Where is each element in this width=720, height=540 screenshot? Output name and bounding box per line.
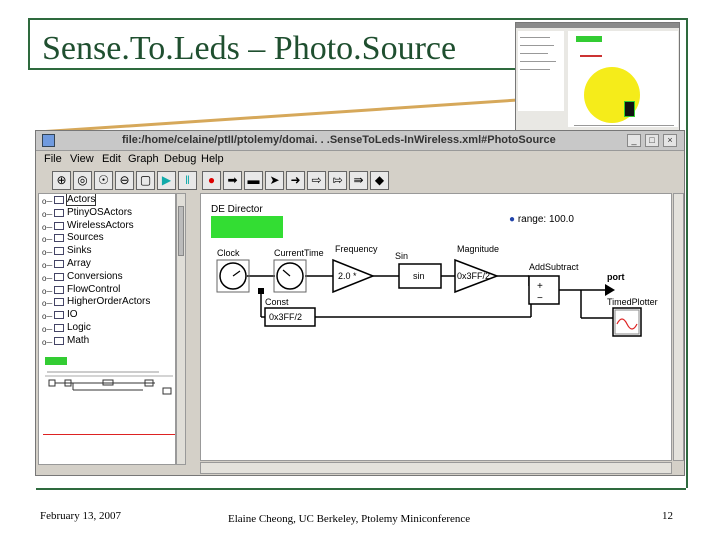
window-title: file:/home/celaine/ptII/ptolemy/domai. .…	[122, 134, 556, 146]
minimize-button[interactable]: _	[627, 134, 641, 147]
page-number: 12	[662, 510, 673, 522]
slide-frame-right	[686, 18, 688, 488]
actor-library-tree: o─ Actors o─ PtinyOSActors o─ WirelessActor…	[38, 193, 176, 465]
folder-icon	[54, 221, 64, 230]
thumbnail-screenshot	[515, 22, 680, 134]
tree-scrollbar[interactable]	[176, 193, 186, 465]
pause-icon[interactable]: ‖	[178, 171, 197, 190]
folder-icon	[54, 208, 64, 217]
tree-item-ptinyosactors[interactable]: o─ PtinyOSActors	[39, 207, 175, 220]
arrow-right-icon[interactable]: ▬	[244, 171, 263, 190]
svg-text:−: −	[537, 293, 543, 304]
currenttime-label: CurrentTime	[274, 248, 324, 258]
tree-item-math[interactable]: o─ Math	[39, 335, 175, 348]
tree-item-higherorderactors[interactable]: o─ HigherOrderActors	[39, 296, 175, 309]
addsubtract-label: AddSubtract	[529, 262, 579, 272]
footer-rule	[36, 488, 686, 490]
diamond-icon[interactable]: ◆	[370, 171, 389, 190]
arrow-forward-icon[interactable]: ➜	[286, 171, 305, 190]
tree-item-logic[interactable]: o─ Logic	[39, 322, 175, 335]
footer-author: Elaine Cheong, UC Berkeley, Ptolemy Mini…	[228, 513, 471, 525]
zoom-fit-icon[interactable]: ☉	[94, 171, 113, 190]
tree-item-conversions[interactable]: o─ Conversions	[39, 271, 175, 284]
menu-bar: File View Edit Graph Debug Help	[36, 151, 684, 169]
svg-text:+: +	[537, 281, 543, 292]
model-canvas[interactable]: DE Director ● range: 100.0 + − Clock Cur…	[200, 193, 672, 461]
folder-icon	[54, 323, 64, 332]
folder-icon	[54, 311, 64, 320]
folder-icon	[54, 298, 64, 307]
hollow-arrow-icon[interactable]: ⇨	[307, 171, 326, 190]
zoom-reset-icon[interactable]: ◎	[73, 171, 92, 190]
sin-box-label: sin	[413, 271, 425, 281]
arrow-next-icon[interactable]: ➤	[265, 171, 284, 190]
stop-icon[interactable]: ●	[202, 171, 221, 190]
menu-view[interactable]: View	[70, 153, 94, 165]
folder-icon	[54, 234, 64, 243]
hollow-arrow-3-icon[interactable]: ⇛	[349, 171, 368, 190]
folder-icon	[54, 285, 64, 294]
maximize-button[interactable]: □	[645, 134, 659, 147]
menu-help[interactable]: Help	[201, 153, 224, 165]
slide-frame-top	[28, 18, 688, 20]
frequency-label: Frequency	[335, 244, 378, 254]
clock-label: Clock	[217, 248, 240, 258]
sensor-board-icon	[624, 101, 635, 117]
tree-item-actors[interactable]: o─ Actors	[39, 194, 175, 207]
fit-to-window-icon[interactable]: ▢	[136, 171, 155, 190]
canvas-horizontal-scrollbar[interactable]	[200, 462, 672, 474]
port-label: port	[607, 272, 625, 282]
canvas-vertical-scrollbar[interactable]	[673, 193, 684, 461]
timedplotter-label: TimedPlotter	[607, 297, 658, 307]
tree-item-flowcontrol[interactable]: o─ FlowControl	[39, 284, 175, 297]
footer-date: February 13, 2007	[40, 510, 121, 522]
tree-item-io[interactable]: o─ IO	[39, 309, 175, 322]
slide-frame-left	[28, 18, 30, 70]
model-graph: + −	[216, 258, 642, 337]
folder-icon	[54, 259, 64, 268]
model-overview[interactable]	[43, 354, 175, 442]
menu-graph[interactable]: Graph	[128, 153, 159, 165]
toolbar: ⊕ ◎ ☉ ⊖ ▢ ▶ ‖ ● ➡ ▬ ➤ ➜ ⇨ ⇰ ⇛ ◆	[36, 169, 684, 193]
tree-item-sinks[interactable]: o─ Sinks	[39, 245, 175, 258]
magnitude-label: Magnitude	[457, 244, 500, 254]
const-value: 0x3FF/2	[269, 312, 303, 322]
run-icon[interactable]: ▶	[157, 171, 176, 190]
zoom-in-icon[interactable]: ⊕	[52, 171, 71, 190]
sin-label: Sin	[395, 251, 409, 261]
folder-icon	[54, 272, 64, 281]
menu-debug[interactable]: Debug	[164, 153, 196, 165]
frequency-value: 2.0 *	[338, 271, 357, 281]
hollow-arrow-2-icon[interactable]: ⇰	[328, 171, 347, 190]
menu-file[interactable]: File	[44, 153, 62, 165]
slide-title: Sense.To.Leds – Photo.Source	[42, 30, 457, 67]
title-underline	[28, 68, 528, 70]
window-app-icon	[42, 134, 55, 147]
tree-item-sources[interactable]: o─ Sources	[39, 232, 175, 245]
folder-icon	[54, 247, 64, 256]
magnitude-value: 0x3FF/2	[457, 271, 491, 281]
tree-item-array[interactable]: o─ Array	[39, 258, 175, 271]
folder-icon	[54, 196, 64, 204]
tree-item-wirelessactors[interactable]: o─ WirelessActors	[39, 220, 175, 233]
arrow-icon[interactable]: ➡	[223, 171, 242, 190]
vergil-window: file:/home/celaine/ptII/ptolemy/domai. .…	[35, 130, 685, 476]
window-titlebar: file:/home/celaine/ptII/ptolemy/domai. .…	[36, 131, 684, 151]
zoom-out-icon[interactable]: ⊖	[115, 171, 134, 190]
folder-icon	[54, 336, 64, 345]
close-button[interactable]: ×	[663, 134, 677, 147]
menu-edit[interactable]: Edit	[102, 153, 121, 165]
const-label: Const	[265, 297, 289, 307]
